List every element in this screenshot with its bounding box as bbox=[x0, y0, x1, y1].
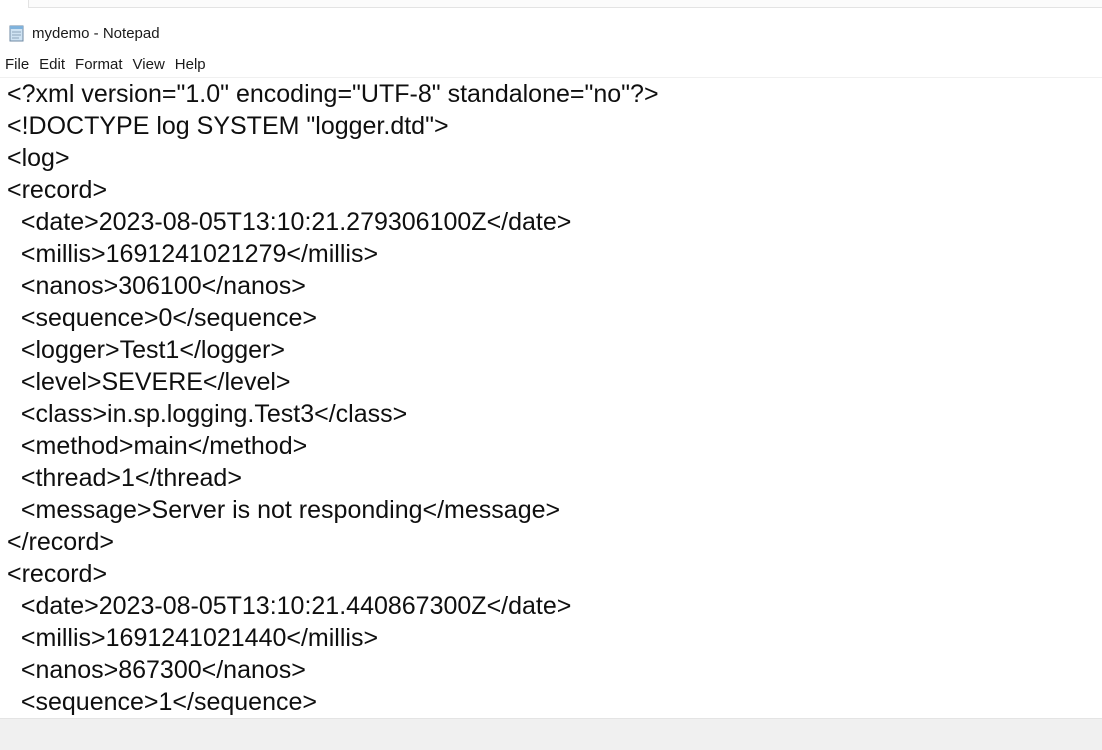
editor-line: <date>2023-08-05T13:10:21.440867300Z</da… bbox=[7, 592, 572, 620]
menu-view[interactable]: View bbox=[128, 53, 170, 76]
editor-line: <date>2023-08-05T13:10:21.279306100Z</da… bbox=[7, 208, 572, 236]
editor-line: <record> bbox=[7, 176, 108, 204]
editor-line: <log> bbox=[7, 144, 70, 172]
menu-help[interactable]: Help bbox=[170, 53, 211, 76]
editor-line: <level>SEVERE</level> bbox=[7, 368, 291, 396]
top-strip bbox=[0, 0, 1102, 14]
window-title: mydemo - Notepad bbox=[32, 25, 160, 42]
editor-line: <nanos>306100</nanos> bbox=[7, 272, 306, 300]
background-window-edge bbox=[28, 0, 1102, 8]
status-bar bbox=[0, 718, 1102, 750]
editor-line: <sequence>1</sequence> bbox=[7, 688, 317, 716]
editor-line: <?xml version="1.0" encoding="UTF-8" sta… bbox=[7, 80, 659, 108]
editor-line: <message>Server is not responding</messa… bbox=[7, 496, 561, 524]
editor-line: <method>main</method> bbox=[7, 432, 308, 460]
editor-line: <logger>Test1</logger> bbox=[7, 336, 285, 364]
editor-line: <nanos>867300</nanos> bbox=[7, 656, 306, 684]
notepad-icon bbox=[8, 24, 26, 42]
editor-line: <thread>1</thread> bbox=[7, 464, 242, 492]
editor-line: <millis>1691241021440</millis> bbox=[7, 624, 379, 652]
editor-line: <record> bbox=[7, 560, 108, 588]
menu-format[interactable]: Format bbox=[70, 53, 128, 76]
text-editor-area[interactable]: <?xml version="1.0" encoding="UTF-8" sta… bbox=[0, 77, 1102, 719]
title-bar[interactable]: mydemo - Notepad bbox=[0, 18, 1102, 50]
editor-line: <sequence>0</sequence> bbox=[7, 304, 317, 332]
editor-line: <millis>1691241021279</millis> bbox=[7, 240, 379, 268]
editor-line: <class>in.sp.logging.Test3</class> bbox=[7, 400, 408, 428]
menu-bar: File Edit Format View Help bbox=[0, 53, 1102, 76]
editor-line: </record> bbox=[7, 528, 115, 556]
menu-edit[interactable]: Edit bbox=[34, 53, 70, 76]
menu-file[interactable]: File bbox=[0, 53, 34, 76]
editor-line: <!DOCTYPE log SYSTEM "logger.dtd"> bbox=[7, 112, 449, 140]
